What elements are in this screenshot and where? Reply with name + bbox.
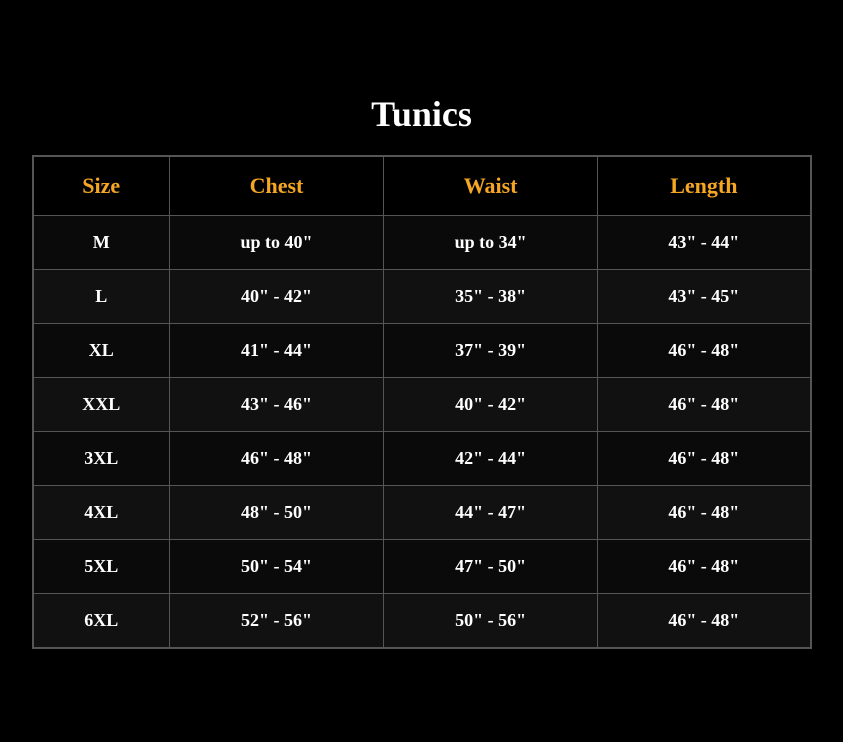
page-container: Tunics Size Chest Waist Length Mup to 40… bbox=[12, 73, 832, 669]
cell-waist: 44" - 47" bbox=[384, 486, 598, 540]
table-row: L40" - 42"35" - 38"43" - 45" bbox=[33, 270, 811, 324]
size-chart-table: Size Chest Waist Length Mup to 40"up to … bbox=[32, 155, 812, 649]
cell-length: 46" - 48" bbox=[598, 594, 811, 649]
table-row: Mup to 40"up to 34"43" - 44" bbox=[33, 216, 811, 270]
cell-chest: 41" - 44" bbox=[169, 324, 383, 378]
table-row: 5XL50" - 54"47" - 50"46" - 48" bbox=[33, 540, 811, 594]
cell-size: 5XL bbox=[33, 540, 170, 594]
cell-size: 6XL bbox=[33, 594, 170, 649]
cell-size: 4XL bbox=[33, 486, 170, 540]
cell-length: 43" - 45" bbox=[598, 270, 811, 324]
cell-size: XL bbox=[33, 324, 170, 378]
cell-length: 43" - 44" bbox=[598, 216, 811, 270]
cell-waist: 47" - 50" bbox=[384, 540, 598, 594]
cell-chest: 43" - 46" bbox=[169, 378, 383, 432]
table-row: XXL43" - 46"40" - 42"46" - 48" bbox=[33, 378, 811, 432]
cell-length: 46" - 48" bbox=[598, 432, 811, 486]
table-row: XL41" - 44"37" - 39"46" - 48" bbox=[33, 324, 811, 378]
cell-size: 3XL bbox=[33, 432, 170, 486]
cell-length: 46" - 48" bbox=[598, 378, 811, 432]
cell-length: 46" - 48" bbox=[598, 540, 811, 594]
table-row: 4XL48" - 50"44" - 47"46" - 48" bbox=[33, 486, 811, 540]
header-length: Length bbox=[598, 156, 811, 216]
cell-size: M bbox=[33, 216, 170, 270]
header-chest: Chest bbox=[169, 156, 383, 216]
cell-length: 46" - 48" bbox=[598, 486, 811, 540]
cell-waist: 40" - 42" bbox=[384, 378, 598, 432]
header-waist: Waist bbox=[384, 156, 598, 216]
table-header-row: Size Chest Waist Length bbox=[33, 156, 811, 216]
cell-size: XXL bbox=[33, 378, 170, 432]
table-row: 6XL52" - 56"50" - 56"46" - 48" bbox=[33, 594, 811, 649]
cell-waist: 37" - 39" bbox=[384, 324, 598, 378]
cell-chest: up to 40" bbox=[169, 216, 383, 270]
cell-waist: 35" - 38" bbox=[384, 270, 598, 324]
header-size: Size bbox=[33, 156, 170, 216]
cell-length: 46" - 48" bbox=[598, 324, 811, 378]
cell-chest: 40" - 42" bbox=[169, 270, 383, 324]
cell-chest: 46" - 48" bbox=[169, 432, 383, 486]
cell-chest: 50" - 54" bbox=[169, 540, 383, 594]
cell-waist: 50" - 56" bbox=[384, 594, 598, 649]
table-row: 3XL46" - 48"42" - 44"46" - 48" bbox=[33, 432, 811, 486]
cell-size: L bbox=[33, 270, 170, 324]
cell-chest: 52" - 56" bbox=[169, 594, 383, 649]
cell-chest: 48" - 50" bbox=[169, 486, 383, 540]
cell-waist: up to 34" bbox=[384, 216, 598, 270]
cell-waist: 42" - 44" bbox=[384, 432, 598, 486]
page-title: Tunics bbox=[32, 93, 812, 135]
